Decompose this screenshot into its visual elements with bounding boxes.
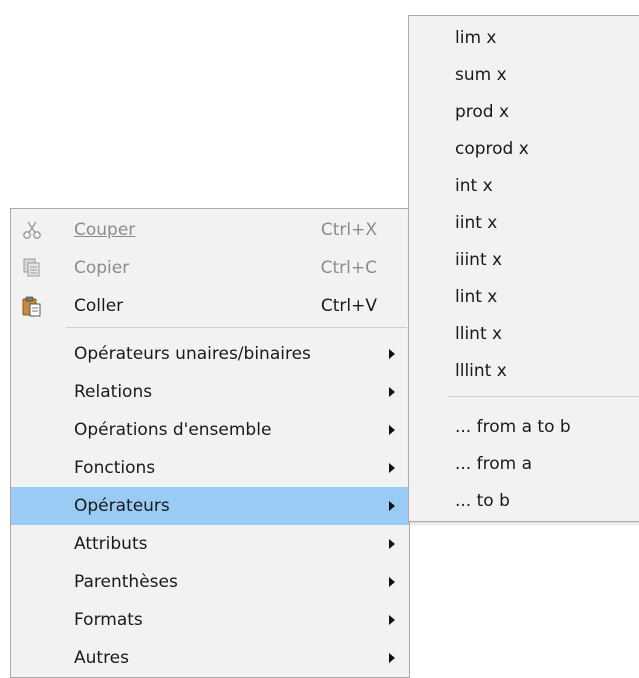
submenu-item-label: int x — [455, 176, 493, 196]
menu-item-label: Relations — [74, 382, 153, 402]
submenu-item-iiint[interactable]: iiint x — [409, 242, 639, 279]
menu-item-label: Fonctions — [74, 458, 156, 478]
submenu-item-label: llint x — [455, 324, 503, 344]
submenu-item-to-b[interactable]: ... to b — [409, 483, 639, 520]
submenu-item-sum[interactable]: sum x — [409, 57, 639, 94]
menu-item-copier[interactable]: Copier Ctrl+C — [11, 249, 409, 287]
submenu-item-lint[interactable]: lint x — [409, 279, 639, 316]
menu-item-label: Opérateurs unaires/binaires — [74, 344, 311, 364]
menu-item-relations[interactable]: Relations — [11, 373, 409, 411]
menu-item-label: Attributs — [74, 534, 148, 554]
menu-item-autres[interactable]: Autres — [11, 639, 409, 677]
submenu-item-label: lllint x — [455, 361, 507, 381]
submenu-item-lim[interactable]: lim x — [409, 20, 639, 57]
submenu-item-label: iiint x — [455, 250, 503, 270]
shortcut-label: Ctrl+X — [320, 220, 377, 240]
menu-separator — [447, 396, 639, 397]
menu-item-coller[interactable]: Coller Ctrl+V — [11, 287, 409, 325]
paste-icon — [21, 295, 43, 317]
chevron-right-icon — [389, 349, 395, 359]
submenu-item-label: coprod x — [455, 139, 529, 159]
shortcut-label: Ctrl+V — [320, 296, 377, 316]
menu-item-fonctions[interactable]: Fonctions — [11, 449, 409, 487]
menu-item-operateurs[interactable]: Opérateurs — [11, 487, 409, 525]
menu-item-operateurs-unaires-binaires[interactable]: Opérateurs unaires/binaires — [11, 335, 409, 373]
submenu-item-int[interactable]: int x — [409, 168, 639, 205]
menu-item-label: Autres — [74, 648, 130, 668]
chevron-right-icon — [389, 653, 395, 663]
menu-item-label: Copier — [74, 258, 130, 278]
chevron-right-icon — [389, 501, 395, 511]
menu-item-operations-ensemble[interactable]: Opérations d'ensemble — [11, 411, 409, 449]
menu-item-label: Coller — [74, 296, 124, 316]
copy-icon — [21, 257, 43, 279]
chevron-right-icon — [389, 387, 395, 397]
menu-item-label: Formats — [74, 610, 143, 630]
menu-separator — [66, 327, 407, 328]
submenu-item-label: lim x — [455, 28, 497, 48]
submenu-item-label: lint x — [455, 287, 498, 307]
submenu-item-lllint[interactable]: lllint x — [409, 353, 639, 390]
submenu-item-label: ... to b — [455, 491, 510, 511]
menu-item-label: Couper — [74, 220, 136, 240]
submenu-item-coprod[interactable]: coprod x — [409, 131, 639, 168]
chevron-right-icon — [389, 577, 395, 587]
submenu-item-label: ... from a to b — [455, 417, 571, 437]
chevron-right-icon — [389, 539, 395, 549]
submenu-item-from-a[interactable]: ... from a — [409, 446, 639, 483]
menu-item-label: Opérations d'ensemble — [74, 420, 272, 440]
submenu-item-label: sum x — [455, 65, 507, 85]
menu-item-label: Parenthèses — [74, 572, 178, 592]
operators-submenu: lim x sum x prod x coprod x int x iint x… — [408, 15, 639, 522]
submenu-item-prod[interactable]: prod x — [409, 94, 639, 131]
menu-item-parentheses[interactable]: Parenthèses — [11, 563, 409, 601]
chevron-right-icon — [389, 615, 395, 625]
submenu-item-label: ... from a — [455, 454, 532, 474]
shortcut-label: Ctrl+C — [320, 258, 377, 278]
context-menu: Couper Ctrl+X Copier Ctrl+C Coller Ctrl+… — [10, 208, 410, 678]
submenu-item-llint[interactable]: llint x — [409, 316, 639, 353]
scissors-icon — [21, 219, 43, 241]
submenu-item-from-a-to-b[interactable]: ... from a to b — [409, 409, 639, 446]
submenu-item-label: iint x — [455, 213, 498, 233]
chevron-right-icon — [389, 425, 395, 435]
chevron-right-icon — [389, 463, 395, 473]
submenu-item-label: prod x — [455, 102, 510, 122]
menu-item-couper[interactable]: Couper Ctrl+X — [11, 211, 409, 249]
submenu-item-iint[interactable]: iint x — [409, 205, 639, 242]
menu-item-label: Opérateurs — [74, 496, 170, 516]
menu-item-formats[interactable]: Formats — [11, 601, 409, 639]
menu-item-attributs[interactable]: Attributs — [11, 525, 409, 563]
